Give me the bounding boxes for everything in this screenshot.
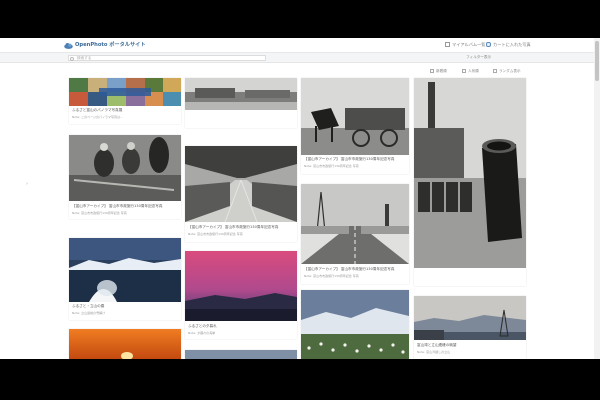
horse-cart-image xyxy=(301,78,409,155)
video-frame: OpenPhoto ポータルサイト マイアルバム一覧 カートに入れた写真 検索す… xyxy=(0,0,600,400)
browser-viewport: OpenPhoto ポータルサイト マイアルバム一覧 カートに入れた写真 検索す… xyxy=(0,38,600,359)
sort-icon xyxy=(462,69,466,73)
photo-card[interactable]: 【富山市アーカイブ】 富山市市政施行130周年記念写真 Note: 富山市市政施… xyxy=(69,135,181,219)
scrollbar-track[interactable] xyxy=(594,38,600,359)
scrollbar-thumb[interactable] xyxy=(595,41,599,81)
card-title: 【富山市アーカイブ】 富山市市政施行130周年記念写真 xyxy=(304,267,395,271)
sort-newest-label: 新着順 xyxy=(436,69,447,73)
photo-card[interactable] xyxy=(414,78,526,286)
photo-card[interactable] xyxy=(185,350,297,359)
mountain-surf-image xyxy=(69,238,181,302)
cart-icon xyxy=(486,42,491,47)
sort-random-label: ランダム表示 xyxy=(499,69,521,73)
card-title: ふるさと富山のパノラマ写真展 xyxy=(72,108,123,112)
chimney-pipe-image xyxy=(414,78,526,268)
workers-photo-image xyxy=(69,135,181,201)
search-input[interactable]: 検索する xyxy=(68,55,266,61)
card-title: ふるさとの夕暮れ xyxy=(188,324,217,328)
photo-card[interactable] xyxy=(69,329,181,359)
photo-card[interactable]: ふるさと・立山の春 Note: 立山連峰の雪解け xyxy=(69,238,181,320)
sort-icon xyxy=(493,69,497,73)
card-note: Note: 夕暮れの海岸 xyxy=(188,331,216,335)
photo-card[interactable]: 【富山市アーカイブ】 富山市市政施行130周年記念写真 Note: 富山市市政施… xyxy=(301,78,409,174)
card-note: Note: 富山市市政施行130周年記念 写真 xyxy=(72,211,127,215)
search-bar-row: 検索する フィルター表示 xyxy=(0,53,600,63)
site-title[interactable]: OpenPhoto ポータルサイト xyxy=(75,41,146,48)
my-album-link[interactable]: マイアルバム一覧 xyxy=(445,42,485,48)
photo-card[interactable]: ふるさと富山のパノラマ写真展 Note: このページのパノラマ写真は… xyxy=(69,78,181,124)
dusk-skyline-image xyxy=(185,251,297,321)
sunset-image xyxy=(69,329,181,359)
card-title: ふるさと・立山の春 xyxy=(72,304,105,308)
photo-card[interactable] xyxy=(301,290,409,359)
cart-label: カートに入れた写真 xyxy=(493,42,531,47)
cloudy-sky-image xyxy=(185,350,297,359)
bay-tower-image xyxy=(414,296,526,340)
card-title: 【富山市アーカイブ】 富山市市政施行130周年記念写真 xyxy=(188,225,279,229)
panorama-collage-image xyxy=(69,78,181,106)
card-note: Note: 富山市市政施行130周年記念 写真 xyxy=(304,274,359,278)
railway-interior-image xyxy=(185,146,297,222)
card-title: 【富山市アーカイブ】 富山市市政施行130周年記念写真 xyxy=(304,157,395,161)
chevron-icon: › xyxy=(26,181,28,187)
sort-newest-button[interactable]: 新着順 xyxy=(430,69,447,74)
photo-card[interactable] xyxy=(185,78,297,128)
sort-random-button[interactable]: ランダム表示 xyxy=(493,69,521,74)
filter-toggle[interactable]: フィルター表示 xyxy=(466,55,491,60)
cart-link[interactable]: カートに入れた写真 xyxy=(486,42,531,48)
photo-card[interactable]: 富山湾と立山連峰の眺望 Note: 富山湾越しの立山 xyxy=(414,296,526,359)
sort-popular-button[interactable]: 人気順 xyxy=(462,69,479,74)
photo-card[interactable]: 【富山市アーカイブ】 富山市市政施行130周年記念写真 Note: 富山市市政施… xyxy=(301,184,409,284)
my-album-label: マイアルバム一覧 xyxy=(452,42,486,47)
card-note: Note: 富山市市政施行130周年記念 写真 xyxy=(304,164,359,168)
card-note: Note: 立山連峰の雪解け xyxy=(72,311,106,315)
site-header: OpenPhoto ポータルサイト マイアルバム一覧 カートに入れた写真 xyxy=(0,38,600,53)
card-title: 【富山市アーカイブ】 富山市市政施行130周年記念写真 xyxy=(72,204,163,208)
search-icon xyxy=(70,56,74,61)
flower-mountain-image xyxy=(301,290,409,359)
sort-popular-label: 人気順 xyxy=(468,69,479,73)
photo-card[interactable]: ふるさとの夕暮れ Note: 夕暮れの海岸 xyxy=(185,251,297,339)
album-icon xyxy=(445,42,450,47)
card-title: 富山湾と立山連峰の眺望 xyxy=(417,343,457,347)
card-note: Note: このページのパノラマ写真は… xyxy=(72,115,124,119)
photo-card[interactable]: 【富山市アーカイブ】 富山市市政施行130周年記念写真 Note: 富山市市政施… xyxy=(185,146,297,242)
old-factory-image xyxy=(185,78,297,110)
road-tower-image xyxy=(301,184,409,264)
card-note: Note: 富山市市政施行130周年記念 写真 xyxy=(188,232,243,236)
sort-icon xyxy=(430,69,434,73)
logo-cloud-icon[interactable] xyxy=(64,42,73,49)
card-note: Note: 富山湾越しの立山 xyxy=(417,350,451,354)
